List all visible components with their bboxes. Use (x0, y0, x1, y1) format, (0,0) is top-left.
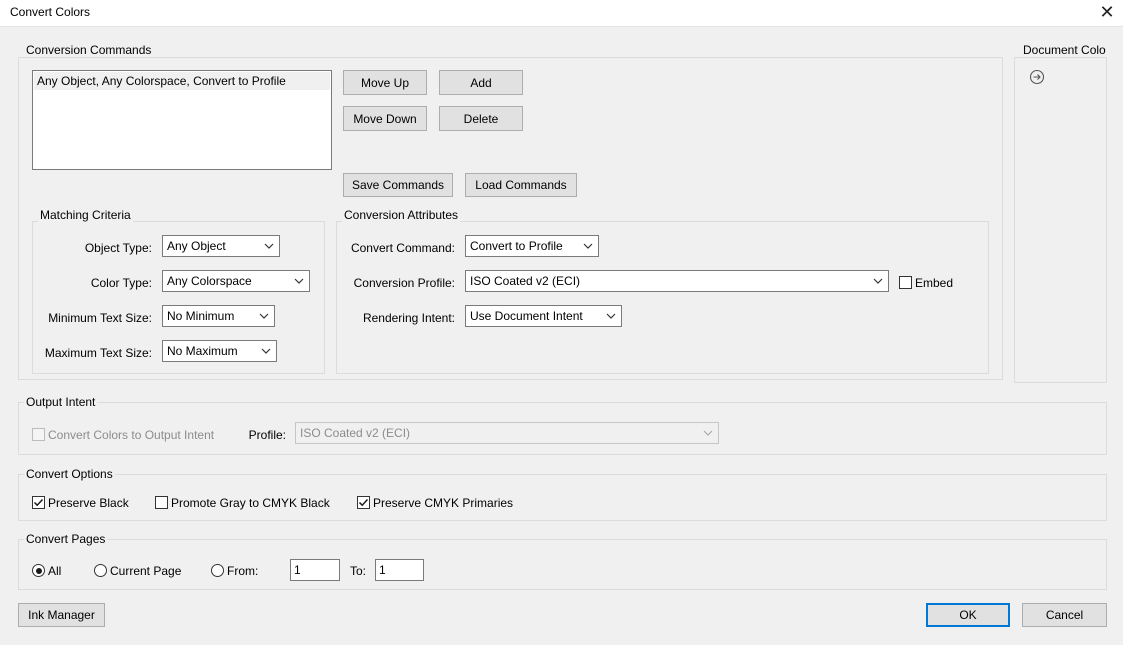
max-text-size-select[interactable]: No Maximum (162, 340, 277, 362)
promote-gray-label: Promote Gray to CMYK Black (171, 496, 330, 510)
save-commands-button[interactable]: Save Commands (343, 173, 453, 197)
dialog-body: Conversion Commands Any Object, Any Colo… (0, 26, 1123, 645)
convert-to-output-intent-label: Convert Colors to Output Intent (48, 428, 215, 442)
convert-command-value: Convert to Profile (470, 239, 563, 253)
chevron-down-icon (583, 243, 593, 249)
document-colors-group (1014, 57, 1107, 383)
to-label: To: (350, 564, 367, 578)
commands-listbox[interactable]: Any Object, Any Colorspace, Convert to P… (32, 70, 332, 170)
to-page-input[interactable]: 1 (375, 559, 424, 581)
all-pages-radio[interactable] (32, 564, 45, 577)
title-bar: Convert Colors ✕ (0, 0, 1123, 26)
conversion-profile-label: Conversion Profile: (353, 276, 455, 290)
close-icon[interactable]: ✕ (1098, 2, 1116, 22)
convert-pages-label: Convert Pages (24, 532, 108, 546)
radio-selected-dot (35, 567, 42, 574)
from-page-input[interactable]: 1 (290, 559, 340, 581)
preserve-black-label: Preserve Black (48, 496, 129, 510)
current-page-radio[interactable] (94, 564, 107, 577)
conversion-attributes-label: Conversion Attributes (342, 208, 461, 222)
current-page-label: Current Page (110, 564, 182, 578)
chevron-down-icon (873, 278, 883, 284)
output-profile-value: ISO Coated v2 (ECI) (300, 426, 411, 440)
document-colors-label: Document Colo (1021, 43, 1123, 57)
embed-label: Embed (915, 276, 954, 290)
rendering-intent-select[interactable]: Use Document Intent (465, 305, 622, 327)
max-text-size-label: Maximum Text Size: (44, 346, 152, 360)
move-up-button[interactable]: Move Up (343, 70, 427, 95)
min-text-size-value: No Minimum (167, 309, 235, 323)
convert-command-select[interactable]: Convert to Profile (465, 235, 599, 257)
load-commands-button[interactable]: Load Commands (465, 173, 577, 197)
min-text-size-label: Minimum Text Size: (48, 311, 152, 325)
conversion-commands-label: Conversion Commands (24, 43, 154, 57)
promote-gray-checkbox[interactable] (155, 496, 168, 509)
checkmark-icon (358, 498, 369, 507)
chevron-down-icon (703, 430, 713, 436)
chevron-down-icon (259, 313, 269, 319)
chevron-down-icon (294, 278, 304, 284)
chevron-down-icon (264, 243, 274, 249)
convert-options-label: Convert Options (24, 467, 115, 481)
chevron-down-icon (261, 348, 271, 354)
color-type-select[interactable]: Any Colorspace (162, 270, 310, 292)
arrow-right-circle-icon[interactable] (1029, 69, 1045, 85)
matching-criteria-label: Matching Criteria (38, 208, 133, 222)
object-type-label: Object Type: (84, 241, 152, 255)
output-profile-label: Profile: (248, 428, 286, 442)
checkmark-icon (33, 498, 44, 507)
add-button[interactable]: Add (439, 70, 523, 95)
rendering-intent-label: Rendering Intent: (362, 311, 455, 325)
all-pages-label: All (48, 564, 62, 578)
from-label: From: (227, 564, 259, 578)
cancel-button[interactable]: Cancel (1022, 603, 1107, 627)
rendering-intent-value: Use Document Intent (470, 309, 583, 323)
min-text-size-select[interactable]: No Minimum (162, 305, 275, 327)
list-item[interactable]: Any Object, Any Colorspace, Convert to P… (34, 72, 330, 90)
color-type-label: Color Type: (90, 276, 152, 290)
color-type-value: Any Colorspace (167, 274, 252, 288)
window-title: Convert Colors (10, 5, 91, 19)
convert-to-output-intent-checkbox[interactable] (32, 428, 45, 441)
output-intent-label: Output Intent (24, 395, 98, 409)
preserve-cmyk-label: Preserve CMYK Primaries (373, 496, 514, 510)
embed-checkbox[interactable] (899, 276, 912, 289)
convert-command-label: Convert Command: (350, 241, 455, 255)
page-range-radio[interactable] (211, 564, 224, 577)
preserve-black-checkbox[interactable] (32, 496, 45, 509)
chevron-down-icon (606, 313, 616, 319)
object-type-value: Any Object (167, 239, 226, 253)
move-down-button[interactable]: Move Down (343, 106, 427, 131)
ink-manager-button[interactable]: Ink Manager (18, 603, 105, 627)
object-type-select[interactable]: Any Object (162, 235, 280, 257)
output-profile-select[interactable]: ISO Coated v2 (ECI) (295, 422, 719, 444)
delete-button[interactable]: Delete (439, 106, 523, 131)
conversion-profile-select[interactable]: ISO Coated v2 (ECI) (465, 270, 889, 292)
preserve-cmyk-checkbox[interactable] (357, 496, 370, 509)
ok-button[interactable]: OK (926, 603, 1010, 627)
max-text-size-value: No Maximum (167, 344, 238, 358)
conversion-profile-value: ISO Coated v2 (ECI) (470, 274, 581, 288)
